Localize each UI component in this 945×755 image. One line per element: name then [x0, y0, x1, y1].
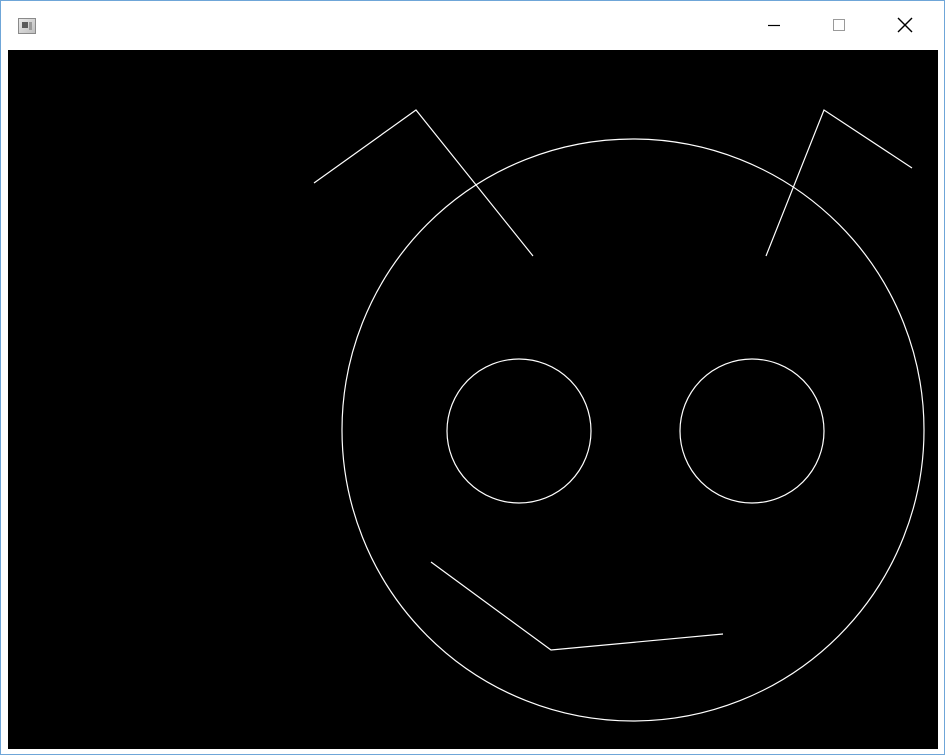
smiley-face-drawing	[313, 109, 925, 722]
mouth	[430, 561, 724, 651]
left-eye	[446, 358, 592, 504]
face-outline	[341, 138, 925, 722]
title-bar[interactable]	[1, 1, 944, 49]
minimize-icon	[768, 24, 780, 27]
close-icon	[897, 17, 913, 33]
drawing-canvas[interactable]	[8, 50, 938, 749]
maximize-icon	[833, 19, 845, 31]
left-antenna	[313, 109, 534, 257]
minimize-button[interactable]	[742, 1, 806, 49]
app-window-icon[interactable]	[18, 18, 36, 34]
right-eye	[679, 358, 825, 504]
close-button[interactable]	[873, 1, 937, 49]
app-window	[0, 0, 945, 755]
maximize-button[interactable]	[807, 1, 871, 49]
